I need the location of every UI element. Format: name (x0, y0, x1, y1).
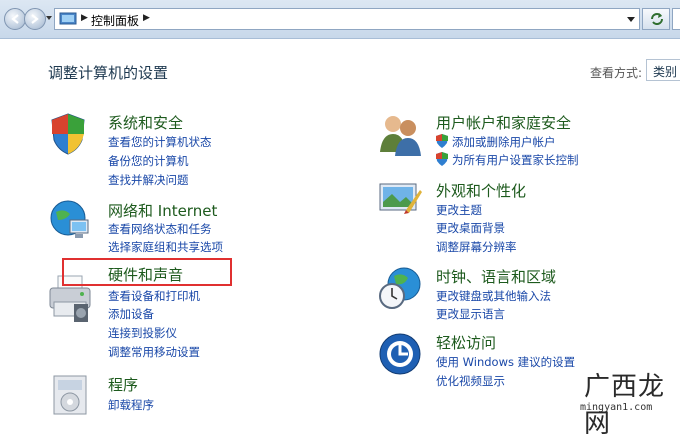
link-parental-controls[interactable]: 为所有用户设置家长控制 (452, 152, 579, 168)
link-homegroup-sharing[interactable]: 选择家庭组和共享选项 (108, 239, 223, 255)
network-globe-icon (50, 200, 89, 238)
address-dropdown-icon[interactable] (627, 17, 635, 22)
clock-globe-icon (379, 267, 421, 309)
address-toolbar: ▶ 控制面板 ▶ (0, 0, 680, 39)
ease-of-access-icon (379, 333, 421, 375)
link-network-status[interactable]: 查看网络状态和任务 (108, 221, 212, 237)
link-connect-projector[interactable]: 连接到投影仪 (108, 325, 177, 341)
back-arrow-icon (11, 14, 19, 24)
back-button[interactable] (4, 8, 26, 30)
highlight-annotation-box (62, 258, 232, 286)
link-adjust-resolution[interactable]: 调整屏幕分辨率 (436, 239, 517, 255)
breadcrumb-separator-icon[interactable]: ▶ (143, 13, 150, 23)
address-field[interactable]: ▶ 控制面板 ▶ (54, 8, 640, 30)
link-windows-recommended-settings[interactable]: 使用 Windows 建议的设置 (436, 354, 575, 370)
forward-arrow-icon (31, 14, 39, 24)
link-change-input-method[interactable]: 更改键盘或其他输入法 (436, 288, 551, 304)
category-title[interactable]: 网络和 Internet (108, 200, 217, 221)
link-change-display-language[interactable]: 更改显示语言 (436, 306, 505, 322)
link-mobility-settings[interactable]: 调整常用移动设置 (108, 344, 200, 360)
shield-icon (51, 113, 85, 155)
users-icon (380, 116, 421, 156)
view-by-label: 查看方式: (590, 66, 643, 80)
recent-pages-dropdown[interactable] (46, 16, 52, 20)
refresh-button[interactable] (642, 8, 670, 30)
search-input[interactable] (672, 8, 680, 30)
link-add-device[interactable]: 添加设备 (108, 306, 154, 322)
watermark-url: mingyan1.com (580, 402, 653, 413)
programs-icon (53, 375, 87, 415)
link-view-computer-status[interactable]: 查看您的计算机状态 (108, 134, 212, 150)
link-change-desktop-background[interactable]: 更改桌面背景 (436, 220, 505, 236)
category-title[interactable]: 用户帐户和家庭安全 (436, 112, 571, 133)
link-find-fix-problems[interactable]: 查找并解决问题 (108, 172, 189, 188)
link-backup-computer[interactable]: 备份您的计算机 (108, 153, 189, 169)
link-uninstall-program[interactable]: 卸载程序 (108, 397, 154, 413)
link-devices-printers[interactable]: 查看设备和打印机 (108, 288, 200, 304)
watermark: 广西龙网 mingyan1.com (556, 366, 680, 439)
category-title[interactable]: 外观和个性化 (436, 180, 526, 201)
appearance-icon (379, 183, 422, 214)
link-change-theme[interactable]: 更改主题 (436, 202, 482, 218)
uac-shield-icon (436, 134, 448, 148)
link-optimize-visual-display[interactable]: 优化视频显示 (436, 373, 505, 389)
forward-button[interactable] (24, 8, 46, 30)
category-title[interactable]: 时钟、语言和区域 (436, 266, 556, 287)
refresh-icon (651, 13, 663, 25)
link-add-remove-accounts[interactable]: 添加或删除用户帐户 (452, 134, 556, 150)
uac-shield-icon (436, 152, 448, 166)
view-by-select[interactable]: 类别 (646, 59, 680, 81)
page-title: 调整计算机的设置 (48, 64, 169, 82)
breadcrumb-control-panel[interactable]: 控制面板 (91, 12, 139, 29)
control-panel-icon (59, 12, 77, 25)
category-title[interactable]: 轻松访问 (436, 332, 496, 353)
category-title[interactable]: 程序 (108, 374, 138, 395)
breadcrumb-separator-icon: ▶ (81, 13, 88, 23)
category-title[interactable]: 系统和安全 (108, 112, 183, 133)
